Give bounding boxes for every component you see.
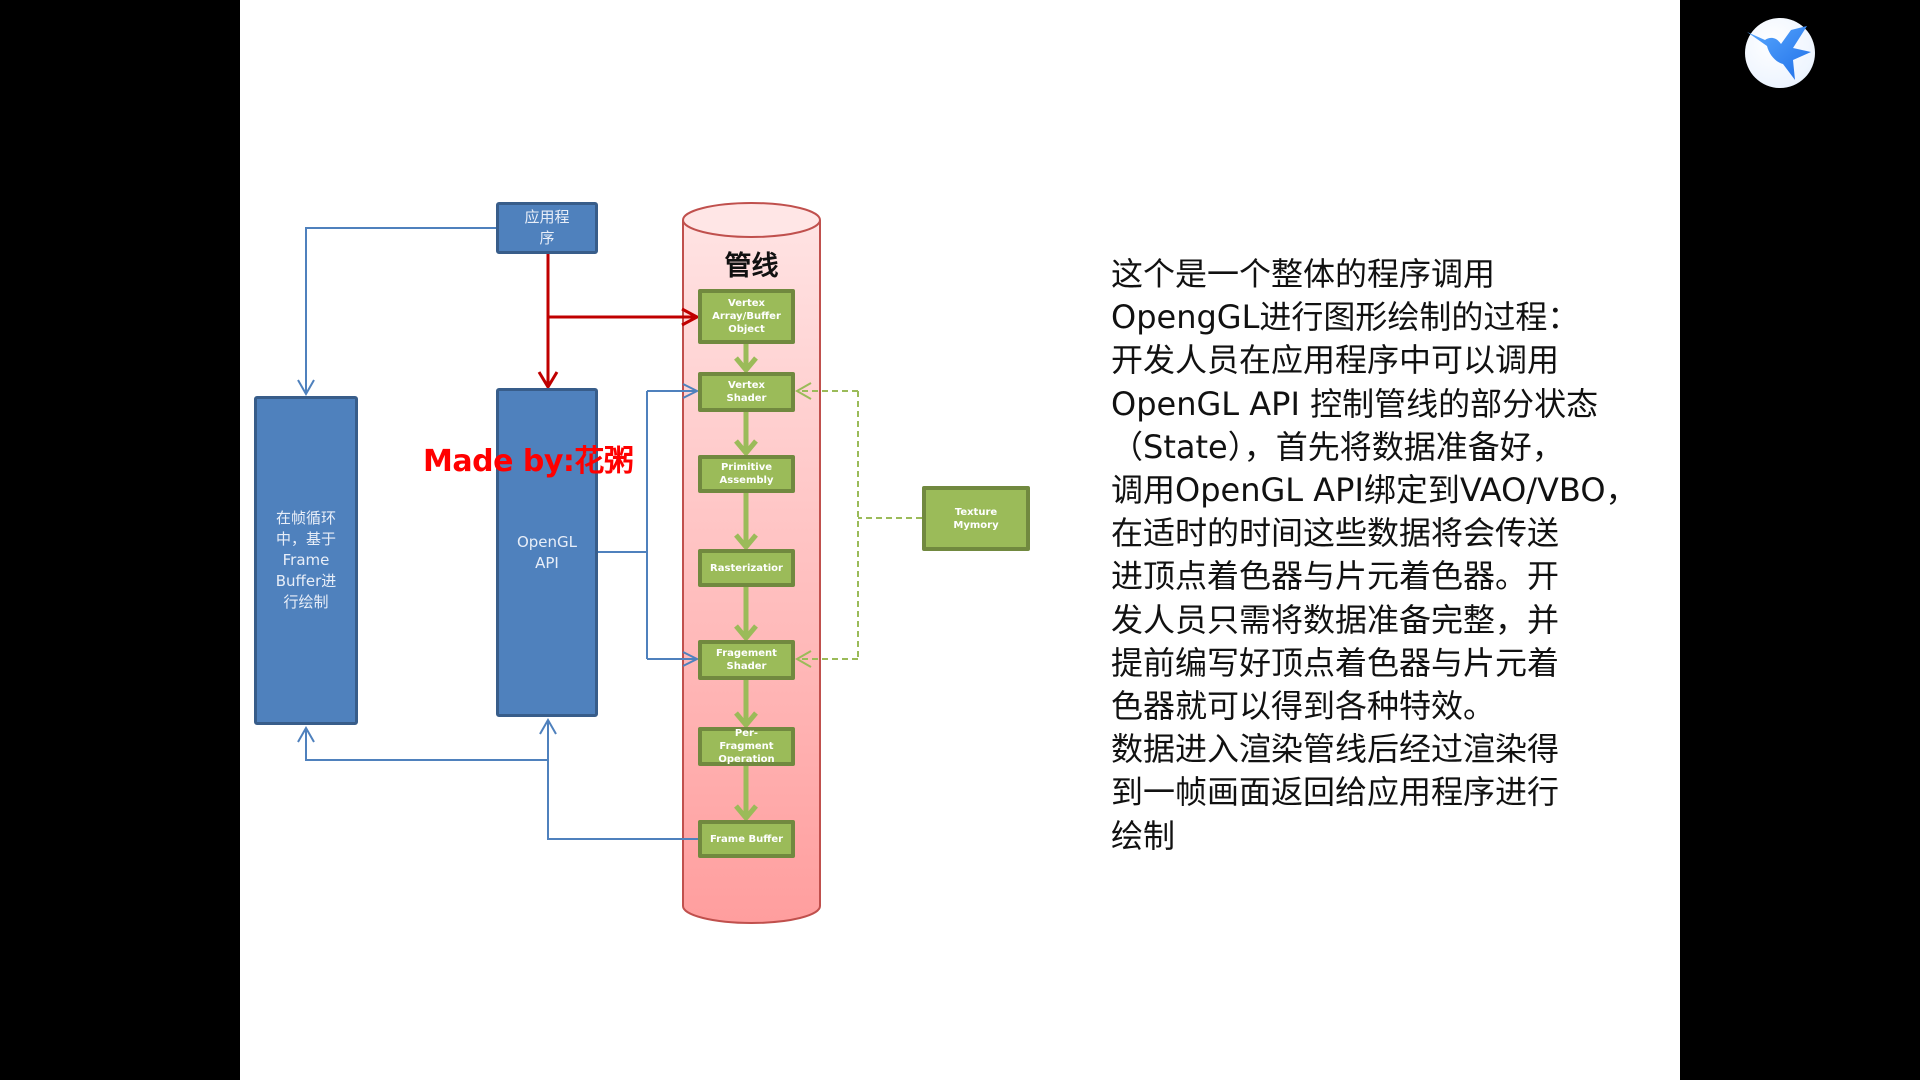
connector-app-to-render-loop [305, 227, 496, 394]
stage-fragment-shader: Fragement Shader [698, 640, 795, 680]
description-line: 数据进入渲染管线后经过渲染得 [1111, 730, 1560, 769]
description-line: 调用OpenGL API绑定到VAO/VBO， [1111, 471, 1638, 510]
texture-memory-box: Texture Mymory [922, 486, 1030, 551]
description-line: 这个是一个整体的程序调用 [1111, 255, 1496, 293]
author-watermark: Made by:花粥 [423, 444, 634, 479]
description-line: 到一帧画面返回给应用程序进行 [1111, 773, 1560, 812]
hummingbird-icon[interactable] [1745, 18, 1815, 88]
description-line: （State），首先将数据准备好， [1111, 427, 1564, 466]
description-line: 绘制 [1111, 816, 1176, 855]
pipeline-title: 管线 [724, 251, 779, 282]
description-line: 开发人员在应用程序中可以调用 [1111, 341, 1560, 380]
description-line: 色器就可以得到各种特效。 [1111, 687, 1496, 726]
stage-per-fragment-operation: Per- Fragment Operation [698, 727, 795, 766]
description-line: 在适时的时间这些数据将会传送 [1111, 514, 1560, 553]
stage-vertex-shader: Vertex Shader [698, 372, 795, 412]
description-line: 提前编写好顶点着色器与片元着 [1111, 643, 1560, 682]
hummingbird-glyph [1747, 26, 1811, 80]
stage-rasterization: Rasterizatior [698, 549, 795, 587]
connector-framebuffer-return [547, 720, 698, 840]
stage-frame-buffer: Frame Buffer [698, 820, 795, 858]
description-text: 这个是一个整体的程序调用 OpengGL进行图形绘制的过程： 开发人员在应用程序… [1111, 253, 1638, 858]
stage-vertex-array-buffer-object: Vertex Array/Buffer Object [698, 289, 795, 344]
description-line: 发人员只需将数据准备完整，并 [1111, 600, 1560, 639]
stage-primitive-assembly: Primitive Assembly [698, 455, 795, 493]
description-line: OpenGL API 控制管线的部分状态 [1111, 384, 1599, 423]
description-line: 进顶点着色器与片元着色器。开 [1111, 557, 1560, 596]
application-box: 应用程 序 [496, 202, 598, 254]
connector-return-to-render-loop [305, 728, 548, 761]
description-line: OpengGL进行图形绘制的过程： [1111, 298, 1580, 337]
render-loop-box: 在帧循环 中，基于 Frame Buffer进 行绘制 [254, 396, 358, 725]
